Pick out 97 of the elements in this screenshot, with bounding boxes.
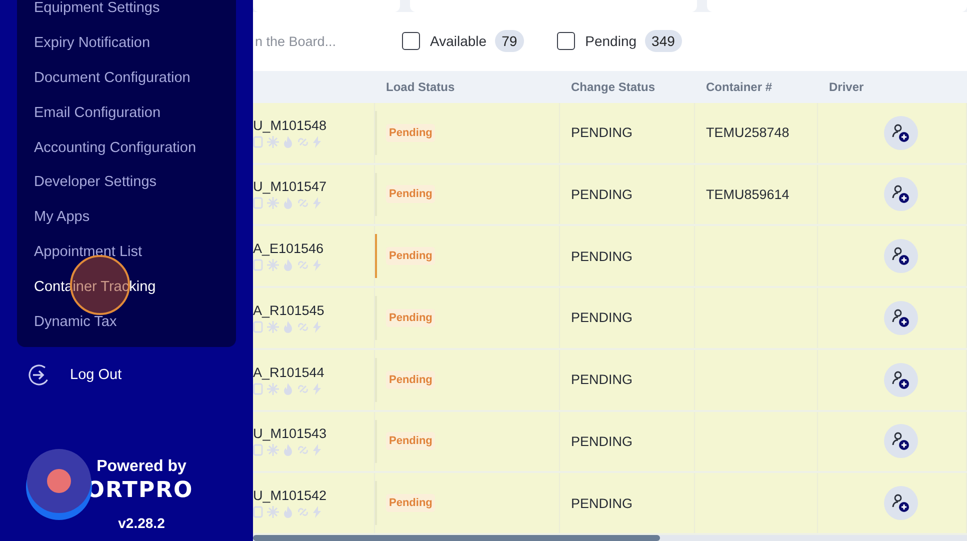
horizontal-scrollbar[interactable]	[253, 535, 967, 541]
lightning-icon	[313, 382, 321, 395]
document-icon	[253, 197, 263, 210]
table-cell: PENDING	[571, 310, 633, 326]
table-cell: PENDING	[571, 434, 633, 449]
checkbox[interactable]	[557, 32, 576, 50]
flame-icon	[283, 506, 293, 518]
column-header: Container #	[705, 80, 774, 94]
document-icon	[253, 136, 263, 148]
load-number: U_M101547	[253, 179, 328, 194]
assign-driver-button[interactable]	[884, 116, 918, 150]
submenu-item[interactable]: Accounting Configuration	[34, 130, 236, 165]
flame-icon	[283, 136, 293, 148]
document-icon	[253, 259, 263, 272]
lightning-icon	[313, 136, 321, 148]
link-icon	[297, 444, 309, 456]
checkbox-label: Pending	[585, 33, 637, 50]
snowflake-icon	[267, 506, 279, 518]
lightning-icon	[313, 506, 321, 518]
snowflake-icon	[267, 136, 279, 148]
link-icon	[297, 506, 309, 518]
status-tag: Pending	[386, 247, 436, 266]
snowflake-icon	[267, 382, 279, 395]
column-header: Driver	[828, 80, 865, 94]
load-number: A_R101545	[253, 302, 326, 318]
column-header: Change Status	[570, 80, 656, 94]
status-tag: Pending	[386, 185, 436, 204]
add-user-icon	[891, 122, 911, 143]
submenu-item[interactable]: Document Configuration	[34, 60, 236, 96]
assign-driver-button[interactable]	[884, 177, 918, 212]
load-number: A_R101544	[253, 364, 326, 380]
status-tag: Pending	[386, 308, 436, 327]
submenu-item[interactable]: Appointment List	[34, 234, 236, 270]
flame-icon	[283, 259, 293, 272]
load-number: U_M101542	[253, 488, 328, 504]
link-icon	[297, 382, 309, 395]
table-cell: PENDING	[571, 186, 633, 202]
submenu-item[interactable]: Developer Settings	[34, 164, 236, 200]
assign-driver-button[interactable]	[884, 424, 918, 458]
document-icon	[253, 444, 263, 456]
snowflake-icon	[267, 259, 279, 272]
table-cell: PENDING	[571, 125, 633, 140]
flame-icon	[283, 382, 293, 395]
version-text: v2.28.2	[118, 515, 165, 531]
submenu-item[interactable]: Email Configuration	[34, 95, 236, 130]
document-icon	[253, 382, 263, 395]
count-badge: 349	[644, 30, 682, 52]
flame-icon	[283, 444, 293, 456]
flame-icon	[283, 320, 293, 333]
table-cell: TEMU859614	[706, 186, 790, 202]
logout-link[interactable]: Log Out	[70, 367, 122, 383]
submenu-item[interactable]: Dynamic Tax	[34, 304, 236, 339]
assign-driver-button[interactable]	[884, 362, 918, 397]
snowflake-icon	[267, 320, 279, 333]
document-icon	[253, 506, 263, 518]
status-tag: Pending	[386, 370, 436, 389]
status-tag: Pending	[386, 124, 436, 142]
add-user-icon	[891, 184, 911, 204]
link-icon	[297, 136, 309, 148]
load-number: A_E101546	[253, 241, 325, 256]
lightning-icon	[313, 444, 321, 456]
logout-icon	[28, 364, 50, 386]
assign-driver-button[interactable]	[884, 239, 918, 274]
checkbox-label: Available	[430, 33, 487, 50]
lightning-icon	[313, 197, 321, 210]
link-icon	[297, 197, 309, 210]
assign-driver-button[interactable]	[884, 300, 918, 335]
link-icon	[297, 259, 309, 272]
snowflake-icon	[267, 444, 279, 456]
table-cell: TEMU258748	[706, 125, 790, 140]
record-button[interactable]	[26, 448, 92, 520]
add-user-icon	[891, 370, 911, 390]
column-header: Load Status	[385, 80, 456, 94]
table-cell: PENDING	[571, 496, 633, 511]
status-tag: Pending	[386, 494, 436, 512]
add-user-icon	[891, 246, 911, 266]
checkbox[interactable]	[402, 32, 420, 50]
snowflake-icon	[267, 197, 279, 210]
table-cell: PENDING	[571, 372, 633, 388]
add-user-icon	[891, 431, 911, 452]
assign-driver-button[interactable]	[884, 486, 918, 520]
add-user-icon	[891, 308, 911, 328]
lightning-icon	[313, 320, 321, 333]
document-icon	[253, 320, 263, 333]
flame-icon	[283, 197, 293, 210]
table-cell: PENDING	[571, 248, 633, 264]
load-number: U_M101548	[253, 118, 328, 133]
submenu-item[interactable]: My Apps	[34, 200, 236, 235]
add-user-icon	[891, 493, 911, 514]
link-icon	[297, 320, 309, 333]
lightning-icon	[313, 259, 321, 272]
submenu-item[interactable]: Equipment Settings	[34, 0, 236, 26]
submenu-item[interactable]: Expiry Notification	[34, 26, 236, 61]
status-tag: Pending	[386, 432, 436, 450]
powered-by-text: Powered by	[96, 458, 186, 476]
load-number: U_M101543	[253, 426, 328, 442]
count-badge: 79	[494, 30, 524, 52]
